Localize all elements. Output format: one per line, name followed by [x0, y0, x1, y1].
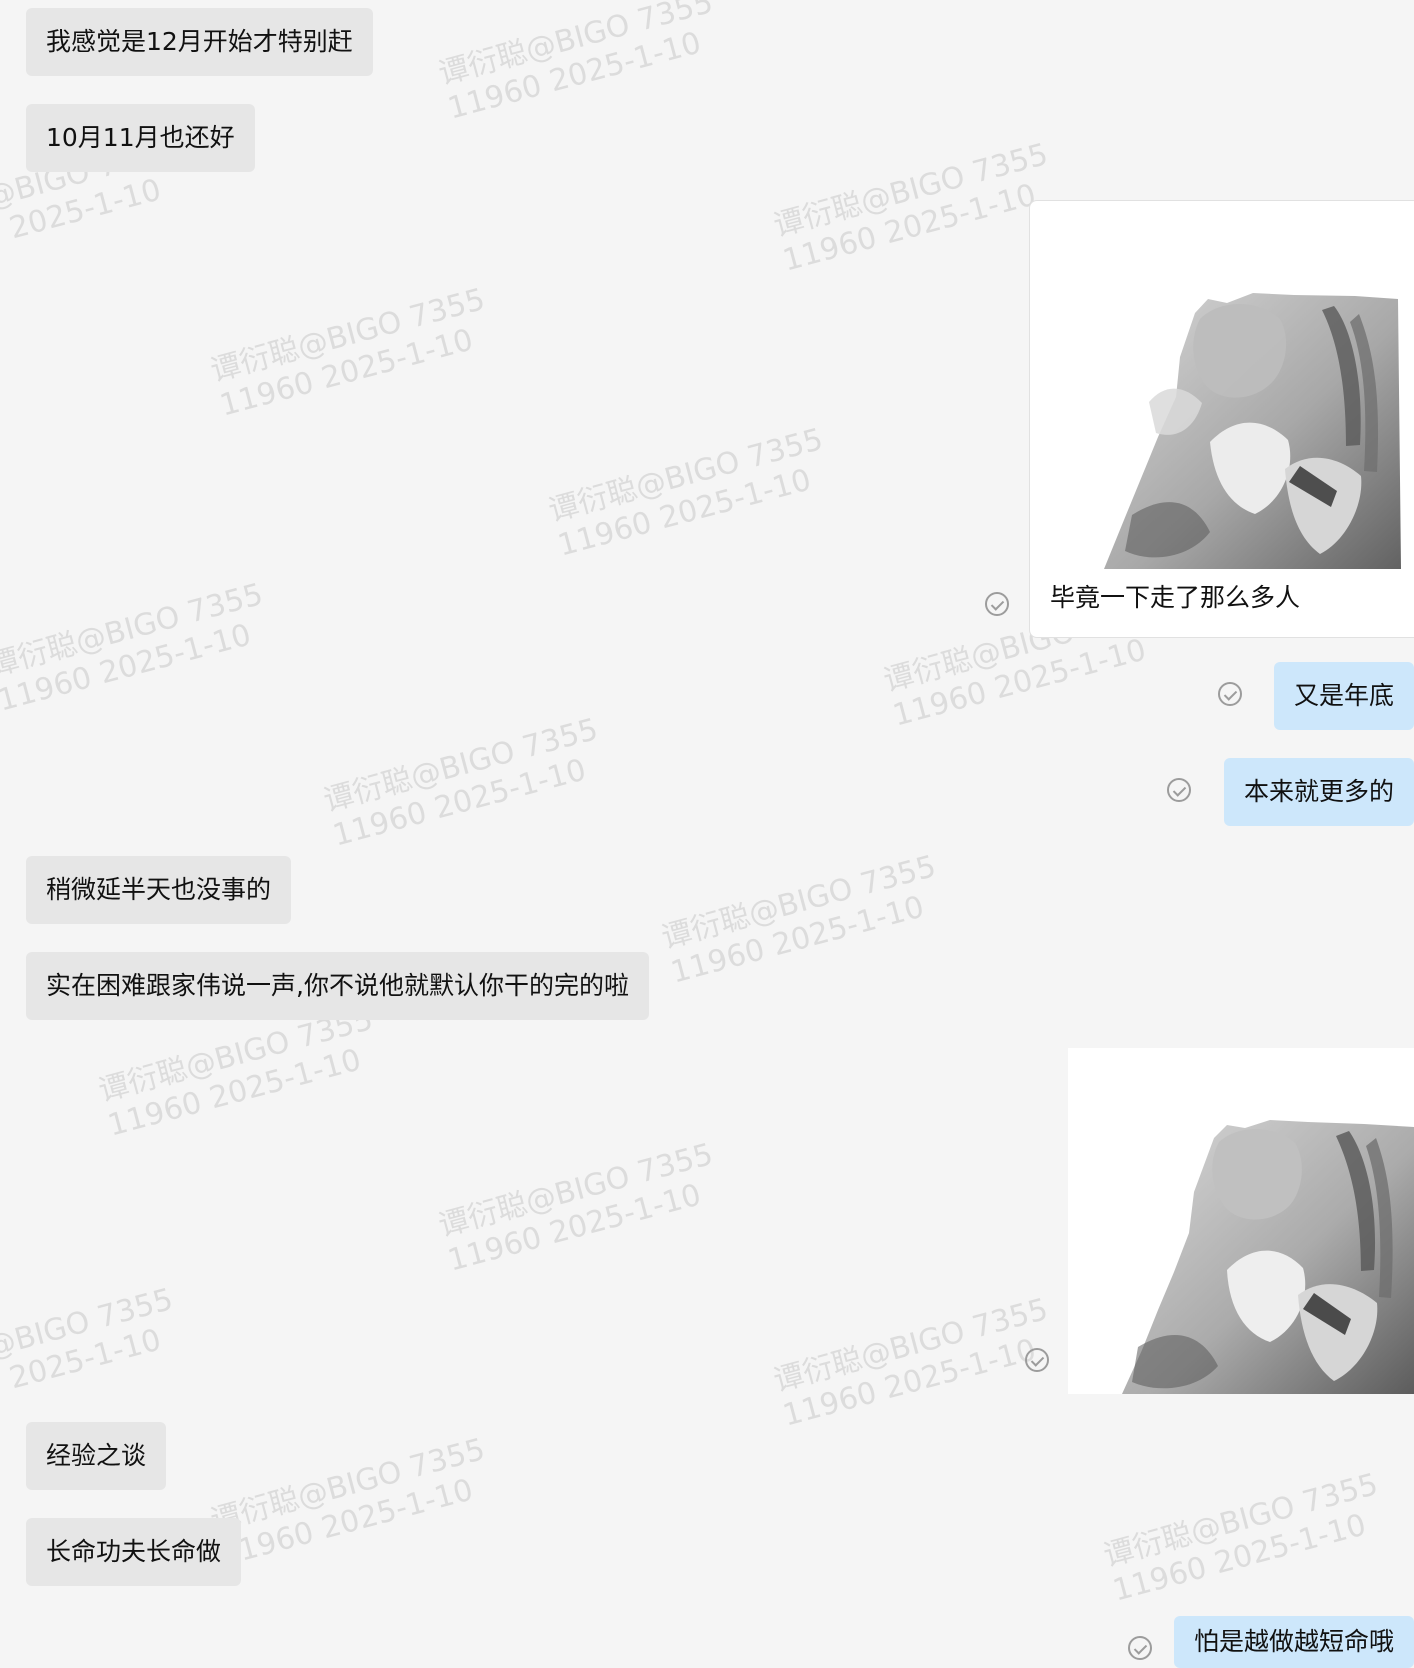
read-check-icon	[1167, 778, 1191, 802]
incoming-message[interactable]: 实在困难跟家伟说一声,你不说他就默认你干的完的啦	[26, 952, 649, 1020]
outgoing-message[interactable]: 又是年底	[1273, 662, 1414, 730]
incoming-message[interactable]: 长命功夫长命做	[26, 1518, 242, 1586]
cat-sticker-icon	[1030, 201, 1414, 581]
read-check-icon	[985, 592, 1009, 616]
outgoing-sticker-image[interactable]	[1068, 1048, 1414, 1394]
incoming-message[interactable]: 我感觉是12月开始才特别赶	[26, 8, 373, 76]
incoming-message[interactable]: 10月11月也还好	[26, 104, 255, 172]
chat-message-list: 我感觉是12月开始才特别赶 10月11月也还好 毕竟一下走了那么多人 又是年底 …	[0, 0, 1414, 1668]
incoming-message[interactable]: 稍微延半天也没事的	[26, 856, 292, 924]
cat-sticker-icon	[1068, 1048, 1414, 1394]
outgoing-message[interactable]: 本来就更多的	[1223, 758, 1414, 826]
read-check-icon	[1218, 682, 1242, 706]
incoming-message[interactable]: 经验之谈	[26, 1422, 167, 1490]
read-check-icon	[1025, 1348, 1049, 1372]
read-check-icon	[1128, 1636, 1152, 1660]
sticker-caption: 毕竟一下走了那么多人	[1050, 583, 1301, 612]
outgoing-sticker-card[interactable]: 毕竟一下走了那么多人	[1029, 200, 1414, 638]
outgoing-message[interactable]: 怕是越做越短命哦	[1173, 1616, 1414, 1668]
